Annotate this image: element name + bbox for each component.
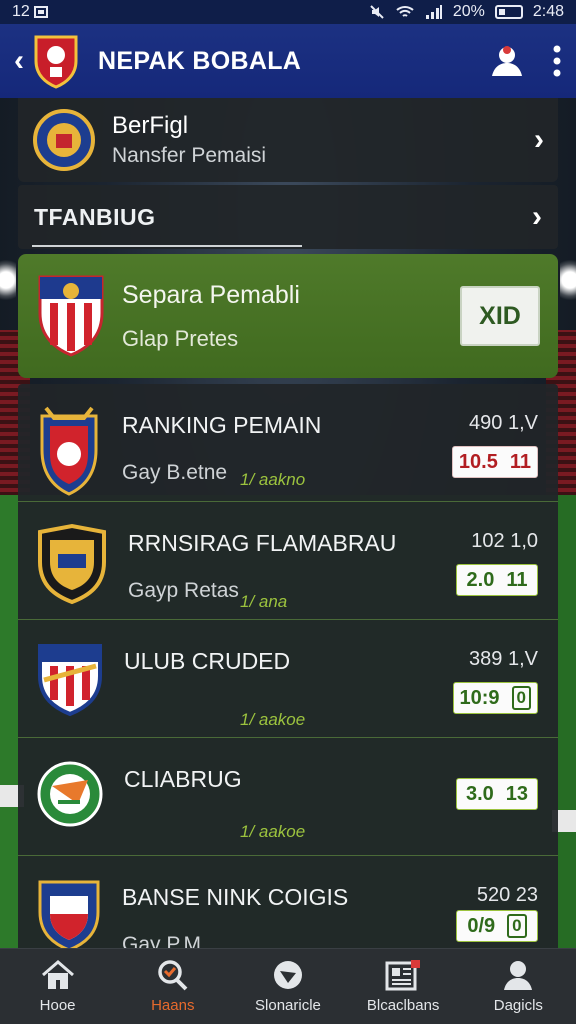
- status-time-left: 12: [12, 3, 30, 20]
- featured-player-card[interactable]: Separa Pemabli Glap Pretes XID: [18, 254, 558, 378]
- rating-pill[interactable]: 3.0 13: [456, 778, 538, 810]
- app-bar: ‹ NEPAK BOBALA: [0, 24, 576, 98]
- row-score: 520 23: [476, 884, 538, 906]
- rating-value: 0/9: [467, 914, 496, 937]
- signal-icon: [425, 5, 442, 19]
- nav-label: Hooe: [39, 997, 76, 1014]
- news-icon: [385, 960, 421, 991]
- featured-crest-icon: [38, 275, 104, 357]
- rating-secondary: 0: [507, 914, 527, 938]
- club-header-card[interactable]: BerFigl Nansfer Pemaisi ›: [18, 98, 558, 182]
- rating-secondary: 11: [509, 450, 531, 473]
- bottom-nav: Hooe Haans Slonaricle Blcaclbans Dagicls: [0, 948, 576, 1024]
- rating-value: 3.0: [465, 782, 494, 805]
- nav-label: Blcaclbans: [366, 997, 440, 1014]
- nav-label: Haans: [151, 997, 195, 1014]
- club-badge-icon: [33, 109, 95, 171]
- club-crest-icon: [37, 761, 103, 827]
- rating-value: 2.0: [466, 568, 495, 591]
- club-name: BerFigl: [112, 112, 189, 139]
- row-name: RANKING PEMAIN: [122, 412, 322, 438]
- row-name: BANSE NINK COIGIS: [122, 884, 349, 910]
- club-crest-icon: [40, 406, 98, 496]
- wifi-icon: [396, 6, 414, 17]
- more-options-icon[interactable]: [552, 45, 562, 77]
- list-item[interactable]: RANKING PEMAIN Gay B.etne 1/ aakno 490 1…: [18, 384, 558, 502]
- battery-percent: 20%: [452, 3, 485, 20]
- nav-news[interactable]: Blcaclbans: [348, 959, 458, 1014]
- club-crest-icon: [34, 35, 78, 89]
- list-item[interactable]: BANSE NINK COIGIS Gay P,M 520 23 0/9 0: [18, 856, 558, 956]
- nav-home[interactable]: Hooe: [3, 959, 113, 1014]
- club-subtitle: Nansfer Pemaisi: [112, 144, 267, 167]
- ranking-list: RANKING PEMAIN Gay B.etne 1/ aakno 490 1…: [18, 384, 558, 956]
- search-icon: [158, 960, 188, 991]
- back-button[interactable]: ‹: [14, 44, 24, 78]
- nav-profile[interactable]: Dagicls: [463, 959, 573, 1014]
- rating-value: 10.5: [458, 450, 498, 473]
- row-meta: 1/ aakno: [240, 470, 306, 489]
- section-underline: [32, 245, 302, 247]
- rating-secondary: 0: [511, 686, 531, 710]
- floodlight-right: [560, 255, 576, 305]
- list-item[interactable]: RRNSIRAG FLAMABRAU Gayp Retas 1/ ana 102…: [18, 502, 558, 620]
- rating-pill[interactable]: 0/9 0: [456, 910, 538, 942]
- row-score: 389 1,V: [469, 648, 538, 670]
- row-name: RRNSIRAG FLAMABRAU: [128, 530, 397, 556]
- chevron-right-icon: ›: [534, 123, 544, 156]
- main-content: BerFigl Nansfer Pemaisi › TFANBIUG › Sep…: [18, 98, 558, 956]
- rating-pill[interactable]: 2.0 11: [456, 564, 538, 596]
- club-crest-icon: [38, 644, 102, 717]
- club-crest-icon: [38, 880, 100, 952]
- battery-icon: [494, 5, 523, 19]
- row-name: ULUB CRUDED: [124, 648, 291, 674]
- nav-search[interactable]: Haans: [118, 959, 228, 1014]
- home-icon: [41, 960, 74, 989]
- ball-icon: [273, 961, 302, 989]
- club-crest-icon: [38, 523, 106, 605]
- row-score: 102 1,0: [471, 530, 538, 552]
- row-score: 490 1,V: [469, 412, 538, 434]
- rating-value: 10:9: [459, 686, 500, 709]
- rating-secondary: 11: [506, 568, 528, 591]
- xid-button[interactable]: XID: [460, 286, 540, 346]
- featured-subtitle: Glap Pretes: [122, 325, 239, 351]
- section-header[interactable]: TFANBIUG ›: [18, 185, 558, 249]
- list-item[interactable]: ULUB CRUDED 1/ aakoe 389 1,V 10:9 0: [18, 620, 558, 738]
- notification-icon: [33, 6, 48, 18]
- list-item[interactable]: CLIABRUG 1/ aakoe 3.0 13: [18, 738, 558, 856]
- chevron-right-icon: ›: [532, 200, 542, 233]
- mute-icon: [370, 5, 384, 19]
- status-bar: 12 20% 2:48: [0, 0, 576, 24]
- nav-ball[interactable]: Slonaricle: [233, 959, 343, 1014]
- floodlight-left: [0, 255, 16, 305]
- rating-pill[interactable]: 10:9 0: [452, 682, 538, 714]
- featured-name: Separa Pemabli: [122, 280, 300, 309]
- row-meta: 1/ ana: [240, 592, 288, 611]
- section-title: TFANBIUG: [34, 203, 156, 230]
- row-meta: 1/ aakoe: [240, 822, 306, 841]
- nav-label: Slonaricle: [255, 997, 321, 1014]
- nav-label: Dagicls: [493, 997, 543, 1014]
- profile-icon: [504, 961, 533, 990]
- row-meta: 1/ aakoe: [240, 710, 306, 729]
- profile-icon[interactable]: [490, 45, 524, 77]
- rating-pill[interactable]: 10.5 11: [451, 446, 538, 478]
- app-title: NEPAK BOBALA: [98, 46, 302, 75]
- rating-secondary: 13: [505, 782, 529, 805]
- row-name: CLIABRUG: [124, 766, 242, 792]
- status-clock: 2:48: [532, 3, 564, 20]
